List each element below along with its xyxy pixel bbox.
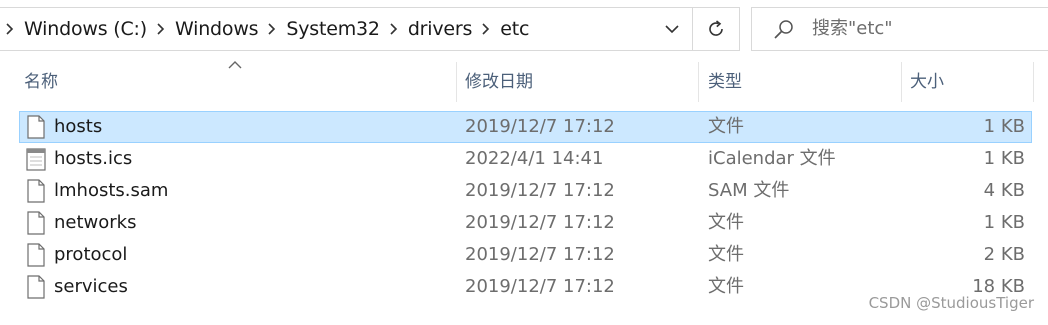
file-name[interactable]: hosts.ics <box>54 144 132 174</box>
breadcrumb-item-windows[interactable]: Windows <box>171 18 262 40</box>
file-icon <box>27 179 45 203</box>
search-icon <box>774 20 793 39</box>
breadcrumb-item-system32[interactable]: System32 <box>282 18 383 40</box>
file-name[interactable]: lmhosts.sam <box>54 176 168 206</box>
file-row[interactable]: protocol 2019/12/7 17:12 文件 2 KB <box>19 239 1032 271</box>
breadcrumb: Windows (C:) Windows System32 drivers et… <box>0 8 533 50</box>
file-icon <box>27 115 45 139</box>
refresh-icon <box>709 20 723 36</box>
calendar-file-icon <box>26 148 46 171</box>
file-type: 文件 <box>708 276 744 297</box>
chevron-right-icon[interactable] <box>384 8 404 50</box>
search-box[interactable]: 搜索"etc" <box>751 7 1048 51</box>
refresh-button[interactable] <box>692 8 739 50</box>
column-header-date[interactable]: 修改日期 <box>465 62 533 102</box>
column-headers: 名称 修改日期 类型 大小 <box>0 61 1048 102</box>
chevron-right-icon[interactable] <box>476 8 496 50</box>
file-size: 2 KB <box>983 244 1025 265</box>
file-row[interactable]: lmhosts.sam 2019/12/7 17:12 SAM 文件 4 KB <box>19 175 1032 207</box>
file-modified: 2019/12/7 17:12 <box>465 212 615 233</box>
breadcrumb-item-drivers[interactable]: drivers <box>404 18 476 40</box>
file-modified: 2019/12/7 17:12 <box>465 276 615 297</box>
sort-ascending-icon <box>228 61 242 69</box>
file-size: 1 KB <box>983 148 1025 169</box>
file-row[interactable]: hosts 2019/12/7 17:12 文件 1 KB <box>19 111 1032 143</box>
file-icon <box>27 211 45 235</box>
column-divider[interactable] <box>901 62 902 102</box>
chevron-right-icon[interactable] <box>0 8 20 50</box>
column-divider[interactable] <box>1033 62 1034 102</box>
column-divider[interactable] <box>456 62 457 102</box>
column-divider[interactable] <box>698 62 699 102</box>
column-header-type[interactable]: 类型 <box>708 62 742 102</box>
file-name[interactable]: protocol <box>54 240 127 270</box>
watermark: CSDN @StudiousTiger <box>868 294 1034 312</box>
column-header-name[interactable]: 名称 <box>24 62 58 102</box>
file-type: 文件 <box>708 116 744 137</box>
file-size: 1 KB <box>983 116 1025 137</box>
chevron-down-icon <box>665 24 679 33</box>
column-header-size[interactable]: 大小 <box>910 62 944 102</box>
file-name[interactable]: hosts <box>54 112 102 142</box>
file-type: SAM 文件 <box>708 180 790 201</box>
file-name[interactable]: networks <box>54 208 136 238</box>
chevron-right-icon[interactable] <box>262 8 282 50</box>
file-modified: 2019/12/7 17:12 <box>465 180 615 201</box>
search-input[interactable]: 搜索"etc" <box>812 8 893 50</box>
file-type: 文件 <box>708 244 744 265</box>
file-type: iCalendar 文件 <box>708 148 836 169</box>
file-size: 4 KB <box>983 180 1025 201</box>
file-modified: 2022/4/1 14:41 <box>465 148 604 169</box>
chevron-right-icon[interactable] <box>151 8 171 50</box>
file-name[interactable]: services <box>54 272 128 302</box>
file-type: 文件 <box>708 212 744 233</box>
file-row[interactable]: hosts.ics 2022/4/1 14:41 iCalendar 文件 1 … <box>19 143 1032 175</box>
breadcrumb-item-etc[interactable]: etc <box>496 18 533 40</box>
file-row[interactable]: networks 2019/12/7 17:12 文件 1 KB <box>19 207 1032 239</box>
address-bar[interactable]: Windows (C:) Windows System32 drivers et… <box>0 7 740 51</box>
address-history-dropdown[interactable] <box>652 8 692 50</box>
file-icon <box>27 243 45 267</box>
file-icon <box>27 275 45 299</box>
file-modified: 2019/12/7 17:12 <box>465 244 615 265</box>
breadcrumb-item-drive[interactable]: Windows (C:) <box>20 18 151 40</box>
file-modified: 2019/12/7 17:12 <box>465 116 615 137</box>
file-size: 1 KB <box>983 212 1025 233</box>
